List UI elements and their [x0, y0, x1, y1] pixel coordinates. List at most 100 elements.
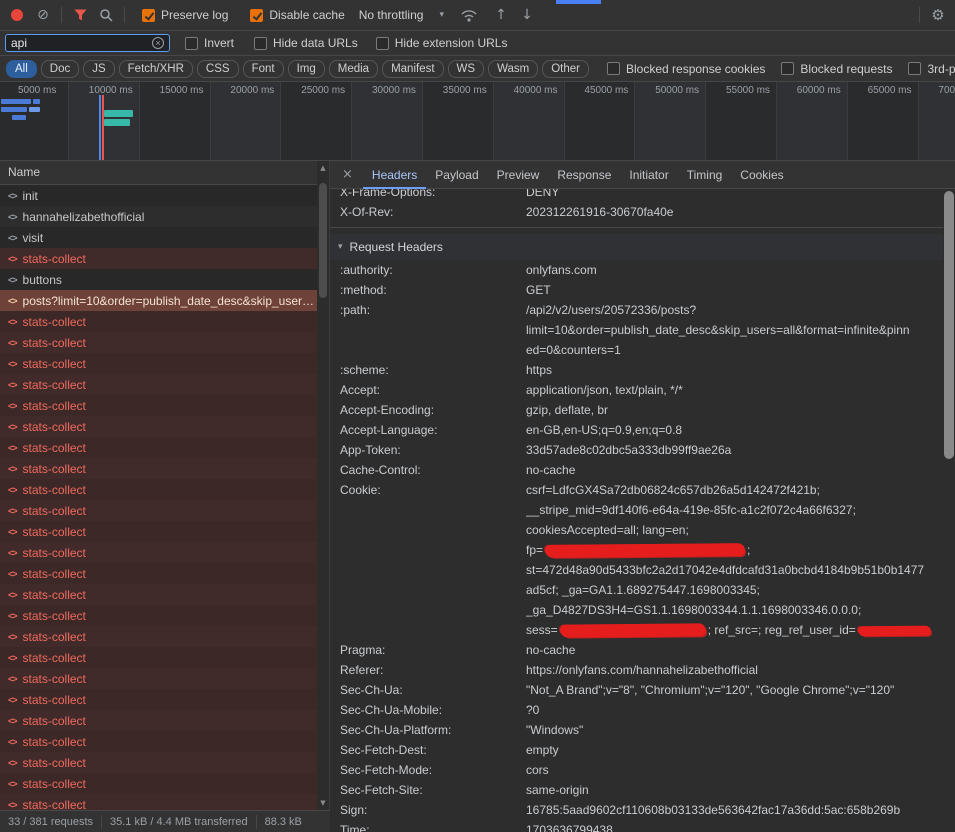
tab-preview[interactable]: Preview: [488, 161, 549, 189]
filter-chip-css[interactable]: CSS: [197, 60, 239, 78]
scrollbar-thumb[interactable]: [944, 191, 954, 459]
value-text: ;: [747, 543, 750, 557]
request-row[interactable]: <>stats-collect: [0, 311, 318, 332]
value-text: "Windows": [526, 723, 583, 737]
request-row[interactable]: <>stats-collect: [0, 794, 318, 810]
throttling-dropdown[interactable]: No throttling ▾: [359, 8, 444, 22]
request-row[interactable]: <>stats-collect: [0, 353, 318, 374]
resource-type-filter-bar: All Doc JS Fetch/XHR CSS Font Img Media …: [0, 56, 955, 82]
filter-chip-js[interactable]: JS: [83, 60, 114, 78]
request-row[interactable]: <>stats-collect: [0, 248, 318, 269]
request-row[interactable]: <>stats-collect: [0, 563, 318, 584]
requests-scrollbar[interactable]: ▲ ▼: [317, 161, 329, 810]
record-icon: [11, 9, 23, 21]
request-headers-section-header[interactable]: ▾ Request Headers: [330, 234, 943, 260]
header-row: :method:GET: [330, 280, 943, 300]
header-row: :authority:onlyfans.com: [330, 260, 943, 280]
tab-payload[interactable]: Payload: [426, 161, 487, 189]
request-row[interactable]: <>stats-collect: [0, 416, 318, 437]
request-row[interactable]: <>stats-collect: [0, 395, 318, 416]
scrollbar-thumb[interactable]: [319, 183, 327, 298]
request-row[interactable]: <>stats-collect: [0, 731, 318, 752]
tab-cookies[interactable]: Cookies: [731, 161, 792, 189]
filter-chip-all[interactable]: All: [6, 60, 37, 78]
scroll-down-icon[interactable]: ▼: [317, 799, 329, 807]
scroll-up-icon[interactable]: ▲: [317, 164, 329, 172]
redaction-scribble: [560, 624, 706, 638]
request-row[interactable]: <>stats-collect: [0, 458, 318, 479]
header-name: Accept-Language:: [330, 420, 526, 440]
request-row[interactable]: <>stats-collect: [0, 752, 318, 773]
filter-chip-doc[interactable]: Doc: [41, 60, 79, 78]
filter-chip-manifest[interactable]: Manifest: [382, 60, 443, 78]
filter-chip-ws[interactable]: WS: [448, 60, 485, 78]
details-scrollbar[interactable]: [943, 189, 955, 832]
request-row[interactable]: <>init: [0, 185, 318, 206]
invert-checkbox[interactable]: Invert: [185, 36, 234, 50]
timeline-gridline: [493, 82, 494, 160]
hide-data-urls-checkbox[interactable]: Hide data URLs: [254, 36, 358, 50]
request-row[interactable]: <>stats-collect: [0, 668, 318, 689]
preserve-log-checkbox[interactable]: Preserve log: [142, 8, 228, 22]
request-row[interactable]: <>stats-collect: [0, 521, 318, 542]
request-row[interactable]: <>stats-collect: [0, 437, 318, 458]
header-value-line: 33d57ade8c02dbc5a333db99ff9ae26a: [526, 440, 943, 460]
clear-button[interactable]: ⊘: [30, 3, 56, 27]
request-row[interactable]: <>stats-collect: [0, 584, 318, 605]
import-har-button[interactable]: ↑: [488, 3, 514, 27]
network-conditions-button[interactable]: [456, 3, 482, 27]
header-value: 202312261916-30670fa40e: [526, 202, 943, 222]
request-row[interactable]: <>stats-collect: [0, 773, 318, 794]
filter-chip-other[interactable]: Other: [542, 60, 589, 78]
request-row[interactable]: <>stats-collect: [0, 710, 318, 731]
network-overview-timeline[interactable]: 5000 ms10000 ms15000 ms20000 ms25000 ms3…: [0, 82, 955, 161]
tab-timing[interactable]: Timing: [678, 161, 732, 189]
request-row[interactable]: <>posts?limit=10&order=publish_date_desc…: [0, 290, 318, 311]
hide-extension-urls-checkbox[interactable]: Hide extension URLs: [376, 36, 508, 50]
tab-response[interactable]: Response: [548, 161, 620, 189]
filter-input[interactable]: api ×: [5, 34, 170, 52]
blocked-response-cookies-label: Blocked response cookies: [626, 62, 765, 76]
request-row[interactable]: <>stats-collect: [0, 647, 318, 668]
clear-filter-icon[interactable]: ×: [152, 37, 164, 49]
filter-chip-media[interactable]: Media: [329, 60, 378, 78]
tab-headers[interactable]: Headers: [363, 161, 426, 189]
name-column-header[interactable]: Name: [0, 161, 318, 185]
request-row[interactable]: <>stats-collect: [0, 605, 318, 626]
request-row[interactable]: <>stats-collect: [0, 542, 318, 563]
request-row[interactable]: <>stats-collect: [0, 479, 318, 500]
filter-toggle-button[interactable]: [67, 3, 93, 27]
request-row[interactable]: <>stats-collect: [0, 626, 318, 647]
blocked-requests-checkbox[interactable]: Blocked requests: [781, 62, 892, 76]
request-row[interactable]: <>stats-collect: [0, 374, 318, 395]
settings-button[interactable]: ⚙: [925, 3, 951, 27]
request-row[interactable]: <>hannahelizabethofficial: [0, 206, 318, 227]
header-value-line: csrf=LdfcGX4Sa72db06824c657db26a5d142472…: [526, 480, 943, 500]
header-name: Sec-Fetch-Mode:: [330, 760, 526, 780]
request-type-icon: <>: [8, 212, 17, 222]
request-row[interactable]: <>buttons: [0, 269, 318, 290]
upload-icon: ↑: [495, 7, 507, 23]
request-row[interactable]: <>stats-collect: [0, 500, 318, 521]
close-details-button[interactable]: ×: [330, 167, 363, 182]
request-row[interactable]: <>stats-collect: [0, 689, 318, 710]
request-type-icon: <>: [8, 674, 17, 684]
blocked-response-cookies-checkbox[interactable]: Blocked response cookies: [607, 62, 765, 76]
filter-chip-fetch-xhr[interactable]: Fetch/XHR: [119, 60, 193, 78]
request-type-icon: <>: [8, 758, 17, 768]
third-party-requests-checkbox[interactable]: 3rd-party requests: [908, 62, 955, 76]
timeline-gridline: [351, 82, 352, 160]
header-value-line: https: [526, 360, 943, 380]
filter-chip-font[interactable]: Font: [243, 60, 284, 78]
request-row[interactable]: <>stats-collect: [0, 332, 318, 353]
tab-initiator[interactable]: Initiator: [620, 161, 677, 189]
record-button[interactable]: [4, 3, 30, 27]
request-row[interactable]: <>visit: [0, 227, 318, 248]
search-button[interactable]: [93, 3, 119, 27]
export-har-button[interactable]: ↓: [514, 3, 540, 27]
filter-chip-wasm[interactable]: Wasm: [488, 60, 538, 78]
request-name: stats-collect: [23, 336, 86, 350]
disable-cache-checkbox[interactable]: Disable cache: [250, 8, 344, 22]
filter-chip-img[interactable]: Img: [288, 60, 325, 78]
request-type-icon: <>: [8, 632, 17, 642]
